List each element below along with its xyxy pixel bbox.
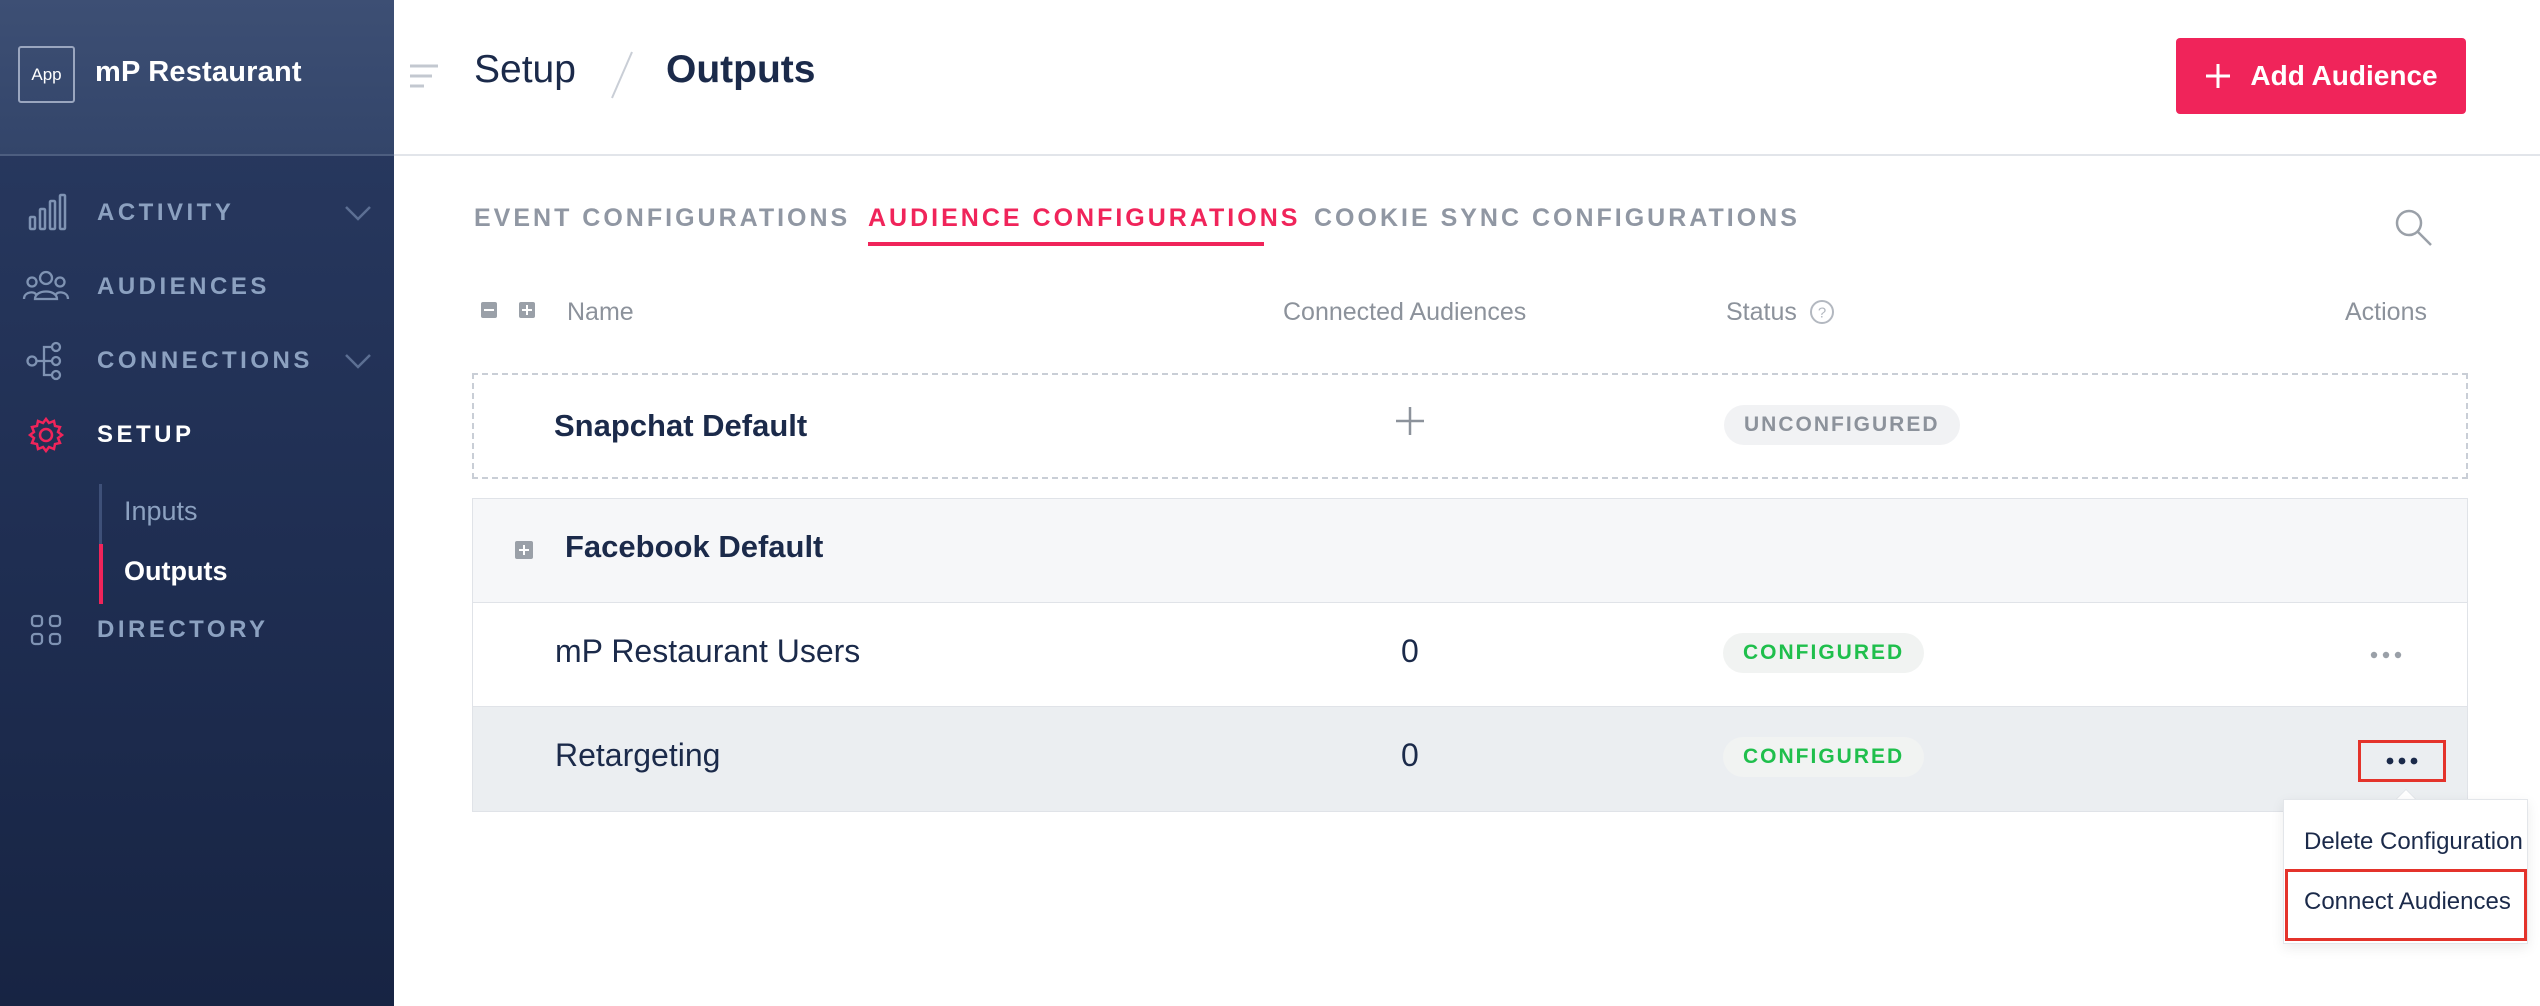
sidebar-header: App mP Restaurant xyxy=(0,0,394,156)
tab-audience-configurations[interactable]: AUDIENCE CONFIGURATIONS xyxy=(868,204,1300,233)
sidebar-item-label: CONNECTIONS xyxy=(97,347,313,374)
sidebar-item-audiences[interactable]: AUDIENCES xyxy=(0,262,394,312)
group-name: Facebook Default xyxy=(565,529,824,564)
add-connection-icon[interactable] xyxy=(1394,405,1426,437)
connected-count: 0 xyxy=(1401,737,1419,773)
chevron-down-icon[interactable] xyxy=(340,201,376,225)
app-name[interactable]: mP Restaurant xyxy=(95,56,302,89)
connected-count: 0 xyxy=(1401,633,1419,669)
sidebar-item-activity[interactable]: ACTIVITY xyxy=(0,188,394,238)
expand-group-button[interactable] xyxy=(515,541,533,559)
help-icon[interactable]: ? xyxy=(1808,298,1836,326)
chevron-down-icon[interactable] xyxy=(340,349,376,373)
page-title: Outputs xyxy=(666,48,816,91)
active-tab-indicator xyxy=(868,242,1264,246)
sidebar-item-setup[interactable]: SETUP xyxy=(0,410,394,460)
gear-icon xyxy=(27,416,65,454)
status-badge: CONFIGURED xyxy=(1723,737,1925,777)
sidebar-subitem-outputs[interactable]: Outputs xyxy=(124,556,227,587)
row-name: Retargeting xyxy=(555,737,721,773)
more-actions-icon[interactable] xyxy=(2377,751,2427,771)
collapse-all-button[interactable] xyxy=(481,302,497,318)
sidebar-subitem-inputs[interactable]: Inputs xyxy=(124,496,198,527)
app-logo[interactable]: App xyxy=(18,46,75,103)
status-badge: CONFIGURED xyxy=(1723,633,1925,673)
table-row[interactable]: Retargeting 0 CONFIGURED xyxy=(473,707,2467,811)
sidebar: App mP Restaurant ACTIVITY AUDIENCES CON… xyxy=(0,0,394,1006)
breadcrumb-parent[interactable]: Setup xyxy=(474,48,576,92)
group-header[interactable]: Facebook Default xyxy=(473,499,2467,603)
sidebar-item-directory[interactable]: DIRECTORY xyxy=(0,605,394,655)
people-icon xyxy=(22,270,70,301)
connections-icon xyxy=(26,341,62,381)
column-header-connected-audiences: Connected Audiences xyxy=(1283,298,1527,326)
config-group-facebook: Facebook Default mP Restaurant Users 0 C… xyxy=(472,498,2468,812)
column-header-name[interactable]: Name xyxy=(567,298,634,327)
menu-item-delete-configuration[interactable]: Delete Configuration xyxy=(2284,812,2529,872)
column-header-status[interactable]: Status xyxy=(1726,298,1797,327)
sidebar-item-label: DIRECTORY xyxy=(97,616,269,643)
svg-text:?: ? xyxy=(1818,305,1826,322)
bar-chart-icon xyxy=(28,193,67,231)
top-bar: Setup Outputs Add Audience xyxy=(394,0,2540,156)
grid-icon xyxy=(30,614,62,646)
table-row[interactable]: mP Restaurant Users 0 CONFIGURED xyxy=(473,603,2467,707)
more-actions-button-highlight[interactable] xyxy=(2358,740,2446,782)
sidebar-item-label: ACTIVITY xyxy=(97,199,235,226)
more-actions-icon[interactable] xyxy=(2361,645,2411,665)
row-name: mP Restaurant Users xyxy=(555,633,861,669)
status-badge: UNCONFIGURED xyxy=(1724,405,1960,445)
add-audience-label: Add Audience xyxy=(2250,60,2438,91)
expand-all-button[interactable] xyxy=(519,302,535,318)
menu-toggle-icon[interactable] xyxy=(408,62,440,90)
connect-audiences-highlight xyxy=(2285,869,2527,941)
search-icon[interactable] xyxy=(2392,206,2434,248)
table-row[interactable]: Snapchat Default UNCONFIGURED xyxy=(472,373,2468,479)
breadcrumb-separator-icon xyxy=(611,51,633,99)
sidebar-item-connections[interactable]: CONNECTIONS xyxy=(0,336,394,386)
column-header-actions: Actions xyxy=(2345,298,2427,326)
tab-event-configurations[interactable]: EVENT CONFIGURATIONS xyxy=(474,204,850,233)
sidebar-item-label: AUDIENCES xyxy=(97,273,270,300)
plus-icon xyxy=(2206,64,2231,88)
add-audience-button[interactable]: Add Audience xyxy=(2176,38,2466,114)
row-name: Snapchat Default xyxy=(554,408,808,443)
submenu-active-indicator xyxy=(99,544,103,604)
sidebar-item-label: SETUP xyxy=(97,421,195,448)
tab-cookie-sync-configurations[interactable]: COOKIE SYNC CONFIGURATIONS xyxy=(1314,204,1800,233)
